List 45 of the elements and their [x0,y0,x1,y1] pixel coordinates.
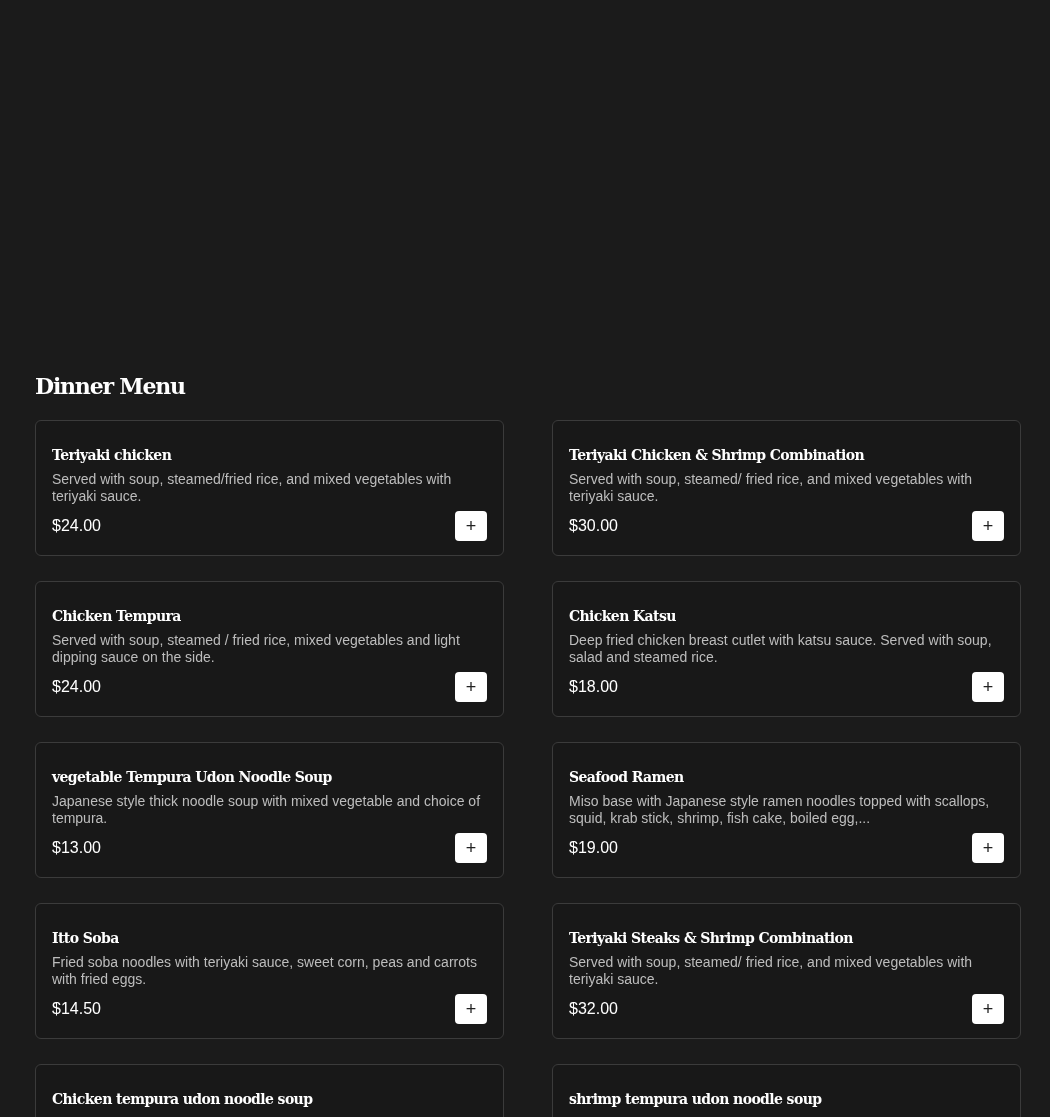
add-button[interactable]: + [455,994,487,1024]
dish-name: shrimp tempura udon noodle soup [569,1090,822,1109]
dish-description: Served with soup, steamed/ fried rice, and mixed vegetables with teriyaki sauce. [569,471,974,505]
dish-price: $24.00 [52,516,101,536]
menu-card[interactable]: Teriyaki Chicken & Shrimp Combination Served with soup, steamed/ fried rice, and mixed vegetables with teriyaki sauce. $30.00 + [552,420,1021,556]
dish-price: $24.00 [52,677,101,697]
dish-name: Itto Soba [52,929,119,948]
menu-card[interactable]: Chicken tempura udon noodle soup [35,1064,504,1117]
menu-card[interactable]: Teriyaki chicken Served with soup, steamed/fried rice, and mixed vegetables with teriyaki sauce. $24.00 + [35,420,504,556]
dish-name: Teriyaki chicken [52,446,172,465]
dish-price: $14.50 [52,999,101,1019]
menu-card[interactable]: vegetable Tempura Udon Noodle Soup Japanese style thick noodle soup with mixed vegetable and choice of tempura. $13.00 + [35,742,504,878]
section-heading: Dinner Menu [35,372,185,401]
dish-description: Fried soba noodles with teriyaki sauce, sweet corn, peas and carrots with fried eggs. [52,954,478,988]
add-button[interactable]: + [455,833,487,863]
add-button[interactable]: + [972,511,1004,541]
dish-name: Seafood Ramen [569,768,684,787]
dish-name: Teriyaki Chicken & Shrimp Combination [569,446,865,465]
menu-card[interactable]: Seafood Ramen Miso base with Japanese style ramen noodles topped with scallops, squid, krab stick, shrimp, fish cake, boiled egg,... $19.00 + [552,742,1021,878]
dish-description: Served with soup, steamed/ fried rice, and mixed vegetables with teriyaki sauce. [569,954,974,988]
add-button[interactable]: + [972,833,1004,863]
add-button[interactable]: + [455,672,487,702]
dish-name: vegetable Tempura Udon Noodle Soup [52,768,332,787]
dish-description: Served with soup, steamed/fried rice, and mixed vegetables with teriyaki sauce. [52,471,453,505]
dish-price: $13.00 [52,838,101,858]
add-button[interactable]: + [972,672,1004,702]
dish-description: Japanese style thick noodle soup with mixed vegetable and choice of tempura. [52,793,482,827]
menu-card[interactable]: Itto Soba Fried soba noodles with teriyaki sauce, sweet corn, peas and carrots with fried eggs. $14.50 + [35,903,504,1039]
dish-price: $19.00 [569,838,618,858]
dish-name: Teriyaki Steaks & Shrimp Combination [569,929,853,948]
dish-price: $30.00 [569,516,618,536]
dish-price: $32.00 [569,999,618,1019]
menu-card[interactable]: Chicken Katsu Deep fried chicken breast cutlet with katsu sauce. Served with soup, salad and steamed rice. $18.00 + [552,581,1021,717]
dish-name: Chicken tempura udon noodle soup [52,1090,313,1109]
add-button[interactable]: + [455,511,487,541]
dish-description: Served with soup, steamed / fried rice, mixed vegetables and light dipping sauce on the side. [52,632,461,666]
dish-name: Chicken Tempura [52,607,181,626]
menu-card[interactable]: Teriyaki Steaks & Shrimp Combination Served with soup, steamed/ fried rice, and mixed vegetables with teriyaki sauce. $32.00 + [552,903,1021,1039]
dish-description: Deep fried chicken breast cutlet with katsu sauce. Served with soup, salad and steamed rice. [569,632,993,666]
dish-price: $18.00 [569,677,618,697]
menu-card[interactable]: Chicken Tempura Served with soup, steamed / fried rice, mixed vegetables and light dipping sauce on the side. $24.00 + [35,581,504,717]
dish-name: Chicken Katsu [569,607,676,626]
dish-description: Miso base with Japanese style ramen noodles topped with scallops, squid, krab stick, shrimp, fish cake, boiled egg,... [569,793,991,827]
add-button[interactable]: + [972,994,1004,1024]
menu-card[interactable]: shrimp tempura udon noodle soup [552,1064,1021,1117]
